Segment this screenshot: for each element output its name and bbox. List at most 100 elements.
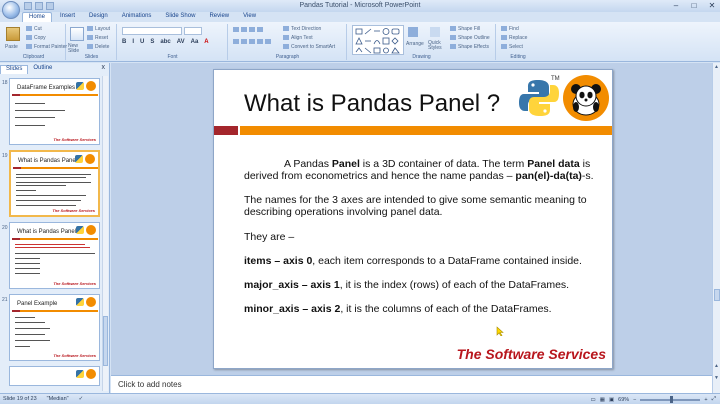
slide-title[interactable]: What is Pandas Panel ?	[244, 90, 500, 118]
thumb-brand: The Software Services	[53, 137, 96, 142]
tab-outline[interactable]: Outline	[28, 65, 57, 74]
pane-close-button[interactable]: x	[102, 64, 106, 71]
zoom-in-icon[interactable]: +	[704, 397, 707, 403]
slides-pane-scrollbar[interactable]	[102, 76, 108, 391]
quick-styles-button[interactable]: Quick Styles	[428, 41, 446, 51]
font-color-button[interactable]: A	[204, 39, 208, 45]
minimize-button[interactable]: –	[670, 1, 682, 10]
paste-icon[interactable]	[6, 27, 20, 41]
shape-outline-icon	[450, 35, 456, 41]
zoom-out-icon[interactable]: −	[633, 397, 636, 403]
accent-bar-red	[214, 126, 238, 135]
new-slide-icon[interactable]	[70, 27, 84, 41]
tab-review[interactable]: Review	[203, 12, 235, 22]
close-button[interactable]: ✕	[706, 1, 718, 10]
copy-button[interactable]: Copy	[26, 35, 46, 41]
thumb-brand: The Software Services	[53, 281, 96, 286]
layout-button[interactable]: Layout	[87, 26, 110, 32]
reset-button[interactable]: Reset	[87, 35, 108, 41]
slide-thumbnail[interactable]: Panel Example The Software Services	[9, 294, 100, 361]
delete-button[interactable]: Delete	[87, 44, 109, 50]
slide-paragraph-1[interactable]: A Pandas Panel is a 3D container of data…	[244, 158, 594, 182]
paste-button[interactable]: Paste	[5, 44, 18, 50]
slide-thumbnail-partial[interactable]	[9, 366, 100, 386]
replace-icon	[501, 35, 507, 41]
format-painter-button[interactable]: Format Painter	[26, 44, 67, 50]
underline-button[interactable]: U	[140, 39, 144, 45]
slideshow-icon[interactable]: ▣	[609, 397, 614, 403]
scroll-thumb[interactable]	[714, 289, 720, 301]
zoom-slider-thumb[interactable]	[670, 395, 674, 403]
slide-thumbnail[interactable]: What is Pandas Panel ? The Software Serv…	[9, 222, 100, 289]
arrange-button[interactable]: Arrange	[406, 41, 424, 47]
pane-tabs: Slides Outline	[0, 65, 57, 74]
zoom-level[interactable]: 69%	[618, 397, 629, 403]
shape-fill-button[interactable]: Shape Fill	[450, 26, 480, 32]
panda-logo-icon	[86, 81, 96, 91]
font-size-box[interactable]	[184, 27, 202, 35]
scroll-up-icon[interactable]: ▲	[713, 64, 720, 70]
italic-button[interactable]: I	[132, 39, 134, 45]
tab-animations[interactable]: Animations	[116, 12, 158, 22]
slide-thumbnail[interactable]: DataFrame Examples The Software Services	[9, 78, 100, 145]
slide-paragraph-2[interactable]: The names for the 3 axes are intended to…	[244, 194, 594, 218]
thumb-title: DataFrame Examples	[17, 85, 76, 91]
zoom-slider[interactable]	[640, 395, 701, 403]
clipboard-label: Clipboard	[22, 54, 45, 60]
shape-outline-button[interactable]: Shape Outline	[450, 35, 490, 41]
normal-view-icon[interactable]: ▭	[591, 397, 596, 403]
tab-slides[interactable]: Slides	[0, 65, 29, 74]
tab-view[interactable]: View	[237, 12, 262, 22]
cut-button[interactable]: Cut	[26, 26, 42, 32]
slide-counter: Slide 19 of 23	[3, 396, 37, 402]
strikethrough-button[interactable]: S	[150, 39, 154, 45]
align-buttons[interactable]	[233, 39, 273, 45]
tab-home[interactable]: Home	[22, 12, 53, 22]
align-text-button[interactable]: Align Text	[283, 35, 313, 41]
notes-pane[interactable]: Click to add notes	[111, 375, 712, 393]
text-shadow-button[interactable]: abc	[160, 39, 170, 45]
slide-thumbnail-selected[interactable]: What is Pandas Panel ? The Software Serv…	[9, 150, 100, 217]
maximize-button[interactable]: □	[688, 1, 700, 10]
slide-canvas[interactable]: What is Pandas Panel ? TM A Pandas Panel…	[213, 69, 613, 369]
python-logo-icon	[76, 226, 84, 234]
slide-paragraph-3[interactable]: They are –	[244, 231, 594, 243]
font-name-box[interactable]	[122, 27, 182, 35]
quick-styles-icon[interactable]	[430, 27, 442, 37]
tab-slide-show[interactable]: Slide Show	[159, 12, 201, 22]
convert-smartart-button[interactable]: Convert to SmartArt	[283, 44, 335, 50]
new-slide-button[interactable]: New Slide	[68, 44, 84, 54]
layout-icon	[87, 26, 93, 32]
office-button[interactable]	[2, 1, 20, 19]
previous-slide-icon[interactable]: ▲	[713, 363, 720, 369]
arrange-icon[interactable]	[408, 27, 420, 37]
spellcheck-icon[interactable]: ✓	[79, 396, 84, 402]
shape-effects-button[interactable]: Shape Effects	[450, 44, 489, 50]
next-slide-icon[interactable]: ▼	[713, 375, 720, 381]
change-case-button[interactable]: Aa	[191, 39, 199, 45]
tab-insert[interactable]: Insert	[54, 12, 81, 22]
fit-to-window-icon[interactable]: ⤢	[712, 396, 716, 403]
shapes-gallery[interactable]	[352, 25, 404, 55]
tab-design[interactable]: Design	[83, 12, 114, 22]
bullets-buttons[interactable]	[233, 27, 265, 33]
font-format-buttons: B I U S abc AV Aa A	[122, 39, 209, 45]
find-icon	[501, 26, 507, 32]
mouse-cursor-icon	[496, 326, 504, 336]
replace-button[interactable]: Replace	[501, 35, 527, 41]
char-spacing-button[interactable]: AV	[177, 39, 185, 45]
thumb-title: What is Pandas Panel ?	[17, 229, 82, 235]
text-direction-button[interactable]: Text Direction	[283, 26, 321, 32]
editor-scrollbar[interactable]: ▲ ▲ ▼	[712, 63, 720, 393]
bold-button[interactable]: B	[122, 39, 126, 45]
slide-sorter-icon[interactable]: ▦	[600, 397, 605, 403]
find-button[interactable]: Find	[501, 26, 519, 32]
python-logo-icon	[75, 155, 83, 163]
trademark-text: TM	[551, 76, 560, 82]
select-button[interactable]: Select	[501, 44, 523, 50]
slide-item-axis-0[interactable]: items – axis 0, each item corresponds to…	[244, 255, 594, 267]
panda-logo-icon	[86, 225, 96, 235]
slide-item-axis-2[interactable]: minor_axis – axis 2, it is the columns o…	[244, 303, 594, 315]
slide-item-axis-1[interactable]: major_axis – axis 1, it is the index (ro…	[244, 279, 594, 291]
thumb-title: Panel Example	[17, 301, 58, 307]
